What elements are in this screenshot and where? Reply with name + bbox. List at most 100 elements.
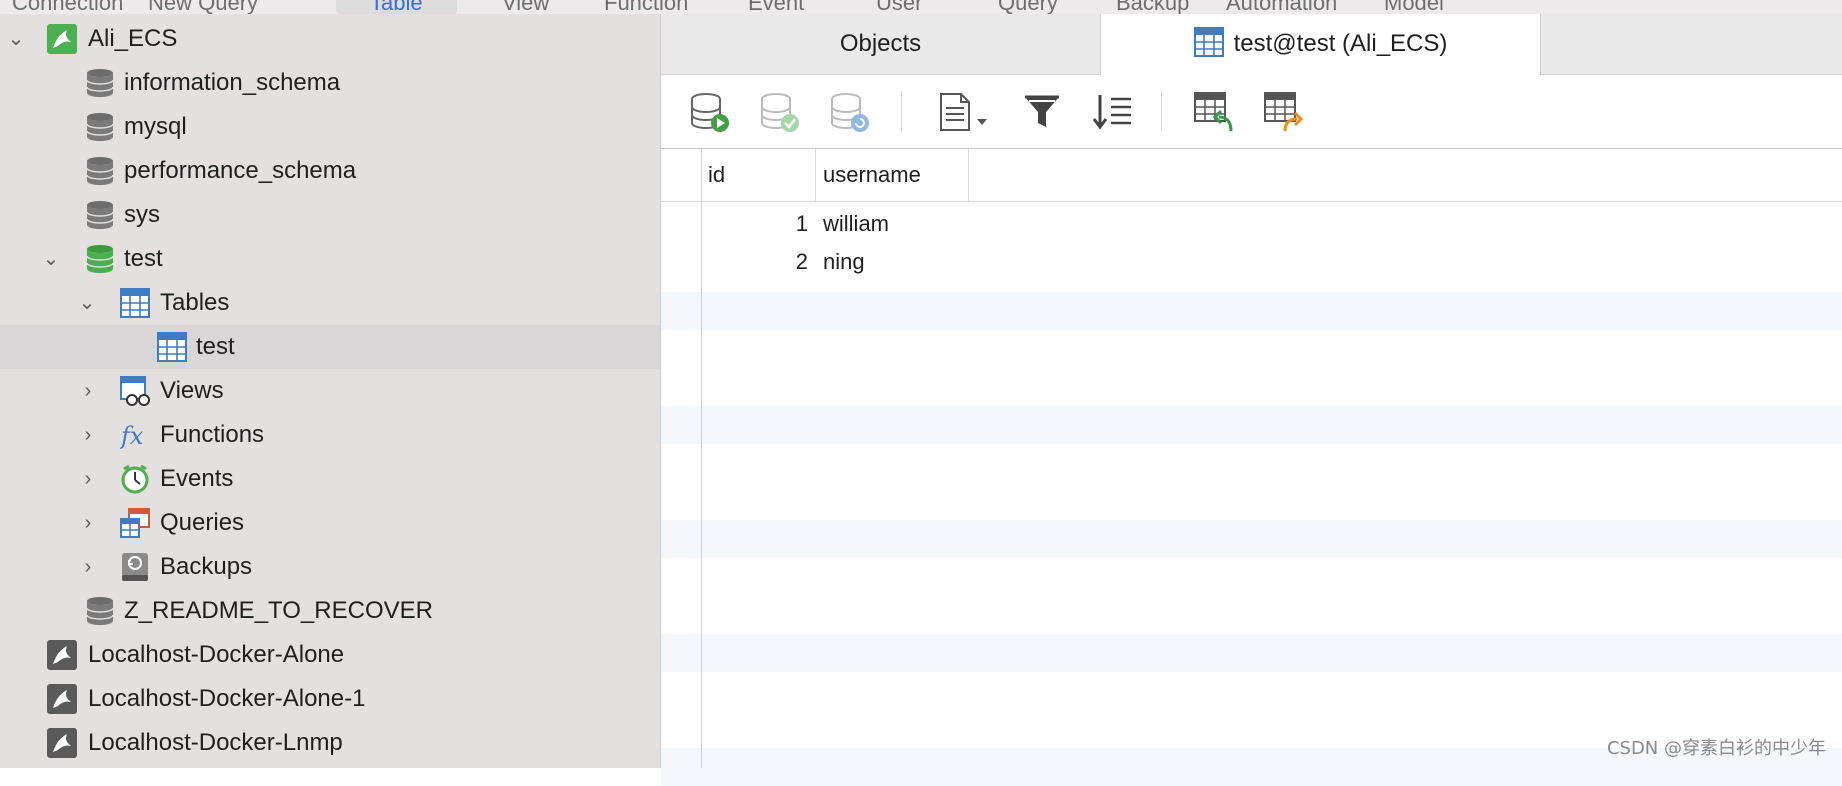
database-item-z-readme[interactable]: Z_README_TO_RECOVER <box>0 589 660 633</box>
table-toolbar <box>661 75 1842 149</box>
toolbar-new-query-button[interactable]: New Query <box>148 0 258 14</box>
views-icon <box>120 376 150 406</box>
export-icon[interactable] <box>1263 91 1305 133</box>
filter-icon[interactable] <box>1021 91 1063 133</box>
connection-label: Localhost-Docker-Alone-1 <box>88 685 366 712</box>
column-header-username[interactable]: username <box>816 149 969 201</box>
database-label: performance_schema <box>124 157 357 184</box>
group-label: Views <box>160 377 224 404</box>
database-item-test[interactable]: ⌄ test <box>0 237 660 281</box>
toolbar-query-button[interactable]: Query <box>998 0 1058 14</box>
watermark: CSDN @穿素白衫的中少年 <box>1606 738 1826 759</box>
group-backups[interactable]: › Backups <box>0 545 660 589</box>
mysql-connection-icon <box>47 640 77 670</box>
database-item-performance-schema[interactable]: performance_schema <box>0 149 660 193</box>
group-label: Functions <box>160 421 265 448</box>
group-label: Backups <box>160 553 253 580</box>
mysql-connection-icon <box>47 684 77 714</box>
empty-row <box>661 634 1842 672</box>
toolbar-backup-button[interactable]: Backup <box>1116 0 1189 14</box>
text-view-icon[interactable] <box>937 91 993 133</box>
chevron-down-icon[interactable]: ⌄ <box>6 17 26 61</box>
column-header-label: username <box>823 162 921 187</box>
clock-icon <box>120 464 150 494</box>
group-queries[interactable]: › Queries <box>0 501 660 545</box>
table-label: test <box>196 333 235 360</box>
tab-bar: Objects test@test (Ali_ECS) <box>661 14 1842 75</box>
tab-label: Objects <box>839 30 922 57</box>
toolbar-divider <box>901 91 902 131</box>
rollback-icon <box>829 91 871 133</box>
mysql-connection-icon <box>47 728 77 758</box>
database-item-information-schema[interactable]: information_schema <box>0 61 660 105</box>
database-icon <box>85 200 115 230</box>
import-icon[interactable] <box>1193 91 1235 133</box>
toolbar-function-button[interactable]: Function <box>604 0 688 14</box>
database-label: information_schema <box>124 69 341 96</box>
database-label: test <box>124 245 163 272</box>
group-label: Events <box>160 465 234 492</box>
cell-id[interactable]: 1 <box>701 205 808 243</box>
commit-icon <box>759 91 801 133</box>
table-icon <box>157 332 187 362</box>
database-icon <box>85 68 115 98</box>
connection-label: Localhost-Docker-Alone <box>88 641 345 668</box>
connection-ali-ecs[interactable]: ⌄ Ali_ECS <box>0 17 660 61</box>
column-header-label: id <box>708 162 726 187</box>
column-header-id[interactable]: id <box>701 149 816 201</box>
main-panel: Objects test@test (Ali_ECS) id username … <box>661 14 1842 786</box>
sort-icon[interactable] <box>1091 91 1133 133</box>
database-icon <box>85 112 115 142</box>
group-label: Queries <box>160 509 245 536</box>
function-icon: fx <box>120 420 150 450</box>
cell-username[interactable]: william <box>823 205 963 243</box>
empty-row <box>661 520 1842 558</box>
toolbar-model-button[interactable]: Model <box>1384 0 1444 14</box>
group-tables[interactable]: ⌄ Tables <box>0 281 660 325</box>
cell-username[interactable]: ning <box>823 243 963 281</box>
group-functions[interactable]: › fx Functions <box>0 413 660 457</box>
table-icon <box>1193 26 1224 57</box>
database-item-mysql[interactable]: mysql <box>0 105 660 149</box>
toolbar-user-button[interactable]: User <box>876 0 922 14</box>
chevron-right-icon[interactable]: › <box>78 457 98 501</box>
tables-icon <box>120 288 150 318</box>
connection-localhost-docker-lnmp[interactable]: Localhost-Docker-Lnmp <box>0 721 660 765</box>
toolbar-view-button[interactable]: View <box>502 0 549 14</box>
database-label: sys <box>124 201 160 228</box>
table-row[interactable]: 1 william <box>661 205 1842 243</box>
database-item-sys[interactable]: sys <box>0 193 660 237</box>
toolbar-table-button[interactable]: Table <box>336 0 457 14</box>
database-open-icon <box>85 244 115 274</box>
group-label: Tables <box>160 289 230 316</box>
navigation-sidebar: ⌄ Ali_ECS information_schema mysql perfo… <box>0 14 661 768</box>
toolbar-event-button[interactable]: Event <box>748 0 804 14</box>
data-grid: id username 1 william 2 ning CSDN @穿素白衫的… <box>661 149 1842 786</box>
table-row[interactable]: 2 ning <box>661 243 1842 281</box>
toolbar-automation-button[interactable]: Automation <box>1226 0 1337 14</box>
connection-label: Localhost-Docker-Lnmp <box>88 729 343 756</box>
chevron-down-icon[interactable]: ⌄ <box>77 281 97 325</box>
database-label: mysql <box>124 113 187 140</box>
group-events[interactable]: › Events <box>0 457 660 501</box>
chevron-right-icon[interactable]: › <box>78 501 98 545</box>
group-views[interactable]: › Views <box>0 369 660 413</box>
database-label: Z_README_TO_RECOVER <box>124 597 433 624</box>
database-icon <box>85 596 115 626</box>
queries-icon <box>120 508 150 538</box>
top-toolbar: Connection New Query Table View Function… <box>0 0 1842 15</box>
chevron-down-icon[interactable]: ⌄ <box>41 237 61 281</box>
begin-transaction-icon[interactable] <box>689 91 731 133</box>
table-item-test[interactable]: test <box>0 325 660 369</box>
connection-label: Ali_ECS <box>88 25 178 52</box>
chevron-right-icon[interactable]: › <box>78 545 98 589</box>
chevron-right-icon[interactable]: › <box>78 413 98 457</box>
database-icon <box>85 156 115 186</box>
tab-objects[interactable]: Objects <box>661 14 1101 74</box>
connection-localhost-docker-alone[interactable]: Localhost-Docker-Alone <box>0 633 660 677</box>
connection-localhost-docker-alone-1[interactable]: Localhost-Docker-Alone-1 <box>0 677 660 721</box>
cell-id[interactable]: 2 <box>701 243 808 281</box>
chevron-right-icon[interactable]: › <box>78 369 98 413</box>
tab-table-test[interactable]: test@test (Ali_ECS) <box>1101 14 1541 75</box>
toolbar-connection-button[interactable]: Connection <box>12 0 123 14</box>
